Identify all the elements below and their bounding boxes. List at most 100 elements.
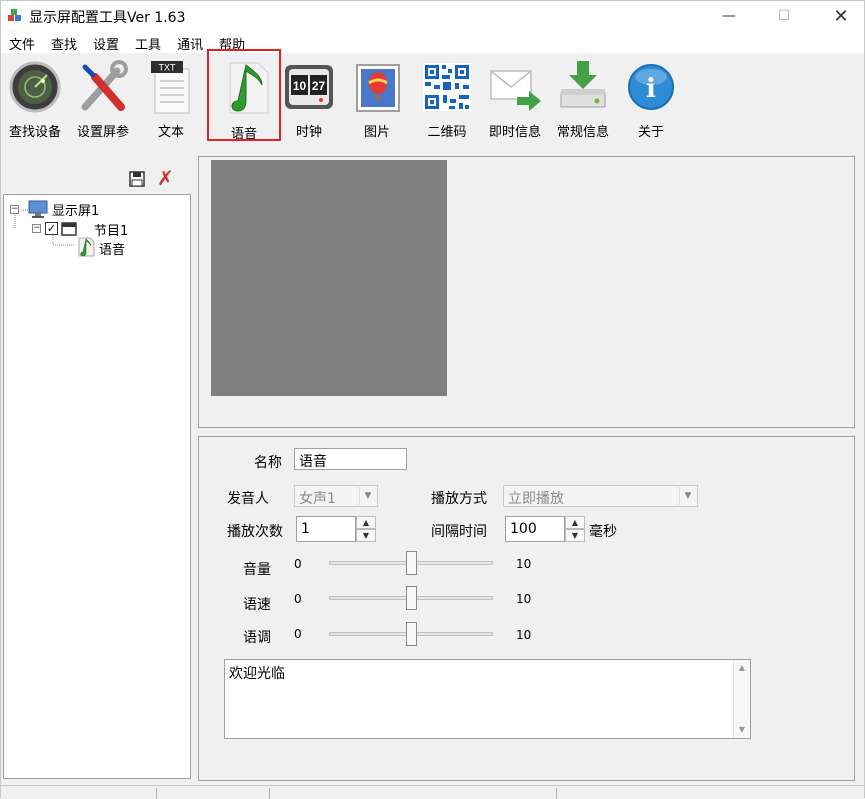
tree-node-screen[interactable]: 显示屏1 bbox=[52, 200, 99, 219]
clock-minutes-text: 27 bbox=[312, 79, 326, 93]
status-divider bbox=[556, 788, 557, 799]
status-bar bbox=[1, 785, 864, 799]
clock-label: 时钟 bbox=[295, 125, 322, 140]
preview-canvas bbox=[211, 160, 447, 396]
tree-expander-screen[interactable]: − bbox=[10, 205, 19, 214]
spin-up-icon[interactable]: ▲ bbox=[356, 516, 376, 529]
play-count-label: 播放次数 bbox=[227, 524, 283, 540]
speed-label: 语速 bbox=[243, 597, 271, 613]
pitch-max: 10 bbox=[516, 628, 532, 642]
instant-message-button[interactable]: 即时信息 bbox=[481, 55, 549, 141]
speech-text-area[interactable]: 欢迎光临 ▲ ▼ bbox=[224, 659, 751, 739]
volume-slider[interactable] bbox=[329, 549, 493, 579]
clock-hours-text: 10 bbox=[293, 79, 307, 93]
menu-find[interactable]: 查找 bbox=[43, 31, 85, 53]
pitch-slider[interactable] bbox=[329, 620, 493, 650]
speaker-label: 发音人 bbox=[227, 491, 269, 507]
status-divider bbox=[156, 788, 157, 799]
interval-unit: 毫秒 bbox=[589, 524, 617, 540]
name-label: 名称 bbox=[254, 455, 282, 471]
program-tree: − 显示屏1 − ✓ 节目1 语音 bbox=[3, 194, 191, 779]
window-title: 显示屏配置工具Ver 1.63 bbox=[29, 10, 186, 26]
voice-button[interactable]: 语音 bbox=[207, 49, 281, 142]
app-cubes-icon bbox=[8, 9, 21, 21]
picture-button[interactable]: 图片 bbox=[343, 55, 411, 141]
interval-spinner[interactable]: ▲ ▼ bbox=[565, 516, 585, 542]
close-button[interactable]: ✕ bbox=[818, 1, 864, 31]
interval-input[interactable]: 100 bbox=[505, 516, 565, 542]
preview-panel bbox=[198, 156, 855, 428]
minimize-button[interactable]: — bbox=[706, 1, 752, 31]
menu-settings[interactable]: 设置 bbox=[85, 31, 127, 53]
text-button[interactable]: TXT 文本 bbox=[137, 55, 205, 141]
text-document-icon: TXT bbox=[151, 61, 190, 114]
scroll-down-icon[interactable]: ▼ bbox=[734, 722, 750, 738]
interval-label: 间隔时间 bbox=[431, 524, 487, 540]
music-note-icon bbox=[229, 62, 269, 114]
instant-message-label: 即时信息 bbox=[488, 125, 541, 140]
speaker-value: 女声1 bbox=[299, 491, 336, 507]
spin-down-icon[interactable]: ▼ bbox=[356, 529, 376, 542]
play-mode-value: 立即播放 bbox=[508, 491, 564, 507]
spin-up-icon[interactable]: ▲ bbox=[565, 516, 585, 529]
play-mode-select[interactable]: 立即播放 ▼ bbox=[503, 485, 698, 507]
speaker-select[interactable]: 女声1 ▼ bbox=[294, 485, 378, 507]
find-device-label: 查找设备 bbox=[8, 125, 61, 140]
delete-icon[interactable]: ✗ bbox=[157, 168, 177, 188]
program-checkbox[interactable]: ✓ bbox=[45, 222, 58, 235]
tree-toolbar: ✗ bbox=[1, 161, 191, 193]
screen-params-label: 设置屏参 bbox=[76, 125, 129, 140]
name-input[interactable]: 语音 bbox=[294, 448, 407, 470]
text-label: 文本 bbox=[157, 125, 184, 140]
qr-code-icon bbox=[423, 63, 471, 111]
about-label: 关于 bbox=[637, 125, 664, 140]
properties-panel: 名称 语音 发音人 女声1 ▼ 播放方式 立即播放 ▼ 播放次数 1 ▲ ▼ 间… bbox=[198, 436, 855, 781]
picture-balloon-icon bbox=[356, 64, 400, 112]
envelope-arrow-icon bbox=[490, 70, 541, 111]
play-count-spinner[interactable]: ▲ ▼ bbox=[356, 516, 376, 542]
flip-clock-icon: 10 27 bbox=[285, 65, 333, 109]
clock-button[interactable]: 10 27 时钟 bbox=[275, 55, 343, 141]
volume-max: 10 bbox=[516, 557, 532, 571]
menu-file[interactable]: 文件 bbox=[1, 31, 43, 53]
speed-slider[interactable] bbox=[329, 584, 493, 614]
find-device-button[interactable]: 查找设备 bbox=[1, 55, 69, 141]
chevron-down-icon: ▼ bbox=[359, 487, 376, 505]
save-icon[interactable] bbox=[129, 171, 145, 187]
menu-communication[interactable]: 通讯 bbox=[169, 31, 211, 53]
main-toolbar: 查找设备 设置屏参 TXT 文本 语音 10 27 时钟 图片 二维码 即时信息… bbox=[1, 49, 864, 145]
slider-thumb[interactable] bbox=[405, 551, 417, 575]
volume-min: 0 bbox=[294, 557, 302, 571]
about-button[interactable]: i 关于 bbox=[617, 55, 685, 141]
voice-label: 语音 bbox=[230, 127, 257, 142]
radar-search-icon bbox=[9, 61, 61, 113]
picture-label: 图片 bbox=[363, 125, 390, 140]
volume-label: 音量 bbox=[243, 562, 271, 578]
program-film-icon bbox=[61, 222, 77, 236]
pitch-min: 0 bbox=[294, 627, 302, 641]
title-bar: 显示屏配置工具Ver 1.63 — ☐ ✕ bbox=[1, 1, 864, 31]
tree-node-voice[interactable]: 语音 bbox=[99, 239, 125, 258]
menu-tools[interactable]: 工具 bbox=[127, 31, 169, 53]
tree-node-program[interactable]: 节目1 bbox=[94, 220, 128, 239]
slider-thumb[interactable] bbox=[405, 586, 417, 610]
maximize-button[interactable]: ☐ bbox=[761, 1, 807, 31]
play-count-input[interactable]: 1 bbox=[296, 516, 356, 542]
menu-bar: 文件 查找 设置 工具 通讯 帮助 bbox=[1, 31, 864, 53]
scroll-up-icon[interactable]: ▲ bbox=[734, 660, 750, 676]
txt-badge-text: TXT bbox=[159, 63, 177, 73]
chevron-down-icon: ▼ bbox=[679, 487, 696, 505]
screen-params-button[interactable]: 设置屏参 bbox=[69, 55, 137, 141]
pitch-label: 语调 bbox=[243, 630, 271, 646]
qr-code-button[interactable]: 二维码 bbox=[413, 55, 481, 141]
vertical-scrollbar[interactable]: ▲ ▼ bbox=[733, 660, 750, 738]
speed-max: 10 bbox=[516, 592, 532, 606]
download-disk-icon bbox=[560, 61, 606, 108]
regular-message-button[interactable]: 常规信息 bbox=[549, 55, 617, 141]
spin-down-icon[interactable]: ▼ bbox=[565, 529, 585, 542]
tree-expander-program[interactable]: − bbox=[32, 224, 41, 233]
app-window: 显示屏配置工具Ver 1.63 — ☐ ✕ 文件 查找 设置 工具 通讯 帮助 … bbox=[0, 0, 865, 799]
status-divider bbox=[269, 788, 270, 799]
wrench-screwdriver-icon bbox=[81, 60, 128, 111]
slider-thumb[interactable] bbox=[405, 622, 417, 646]
